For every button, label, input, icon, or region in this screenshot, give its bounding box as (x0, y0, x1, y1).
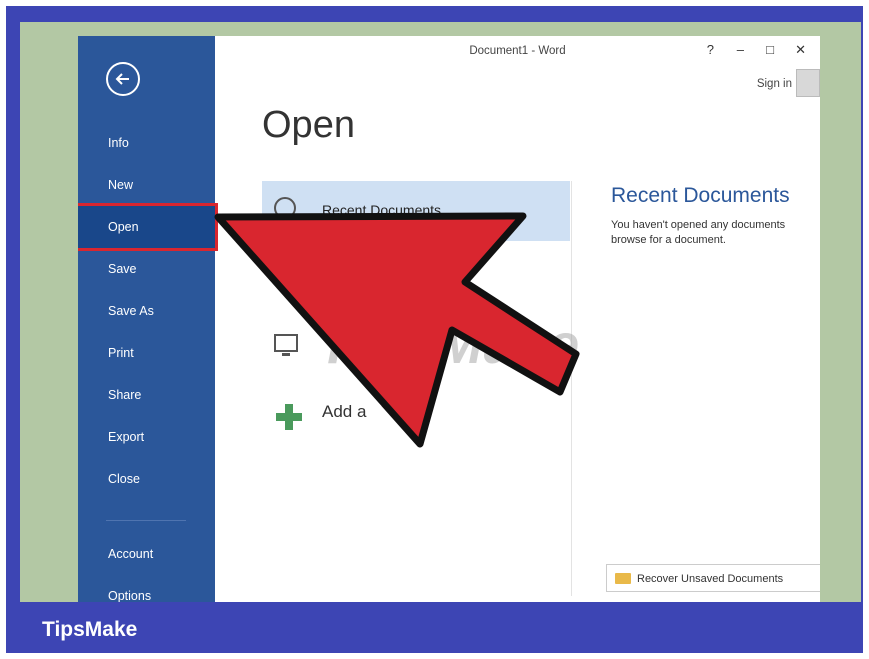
brand-logo-text: TipsMake (42, 618, 138, 641)
pointer-arrow-overlay (214, 212, 580, 448)
background: Info New Open Save Save As Print Share E… (20, 22, 861, 602)
image-frame: Info New Open Save Save As Print Share E… (6, 6, 863, 653)
